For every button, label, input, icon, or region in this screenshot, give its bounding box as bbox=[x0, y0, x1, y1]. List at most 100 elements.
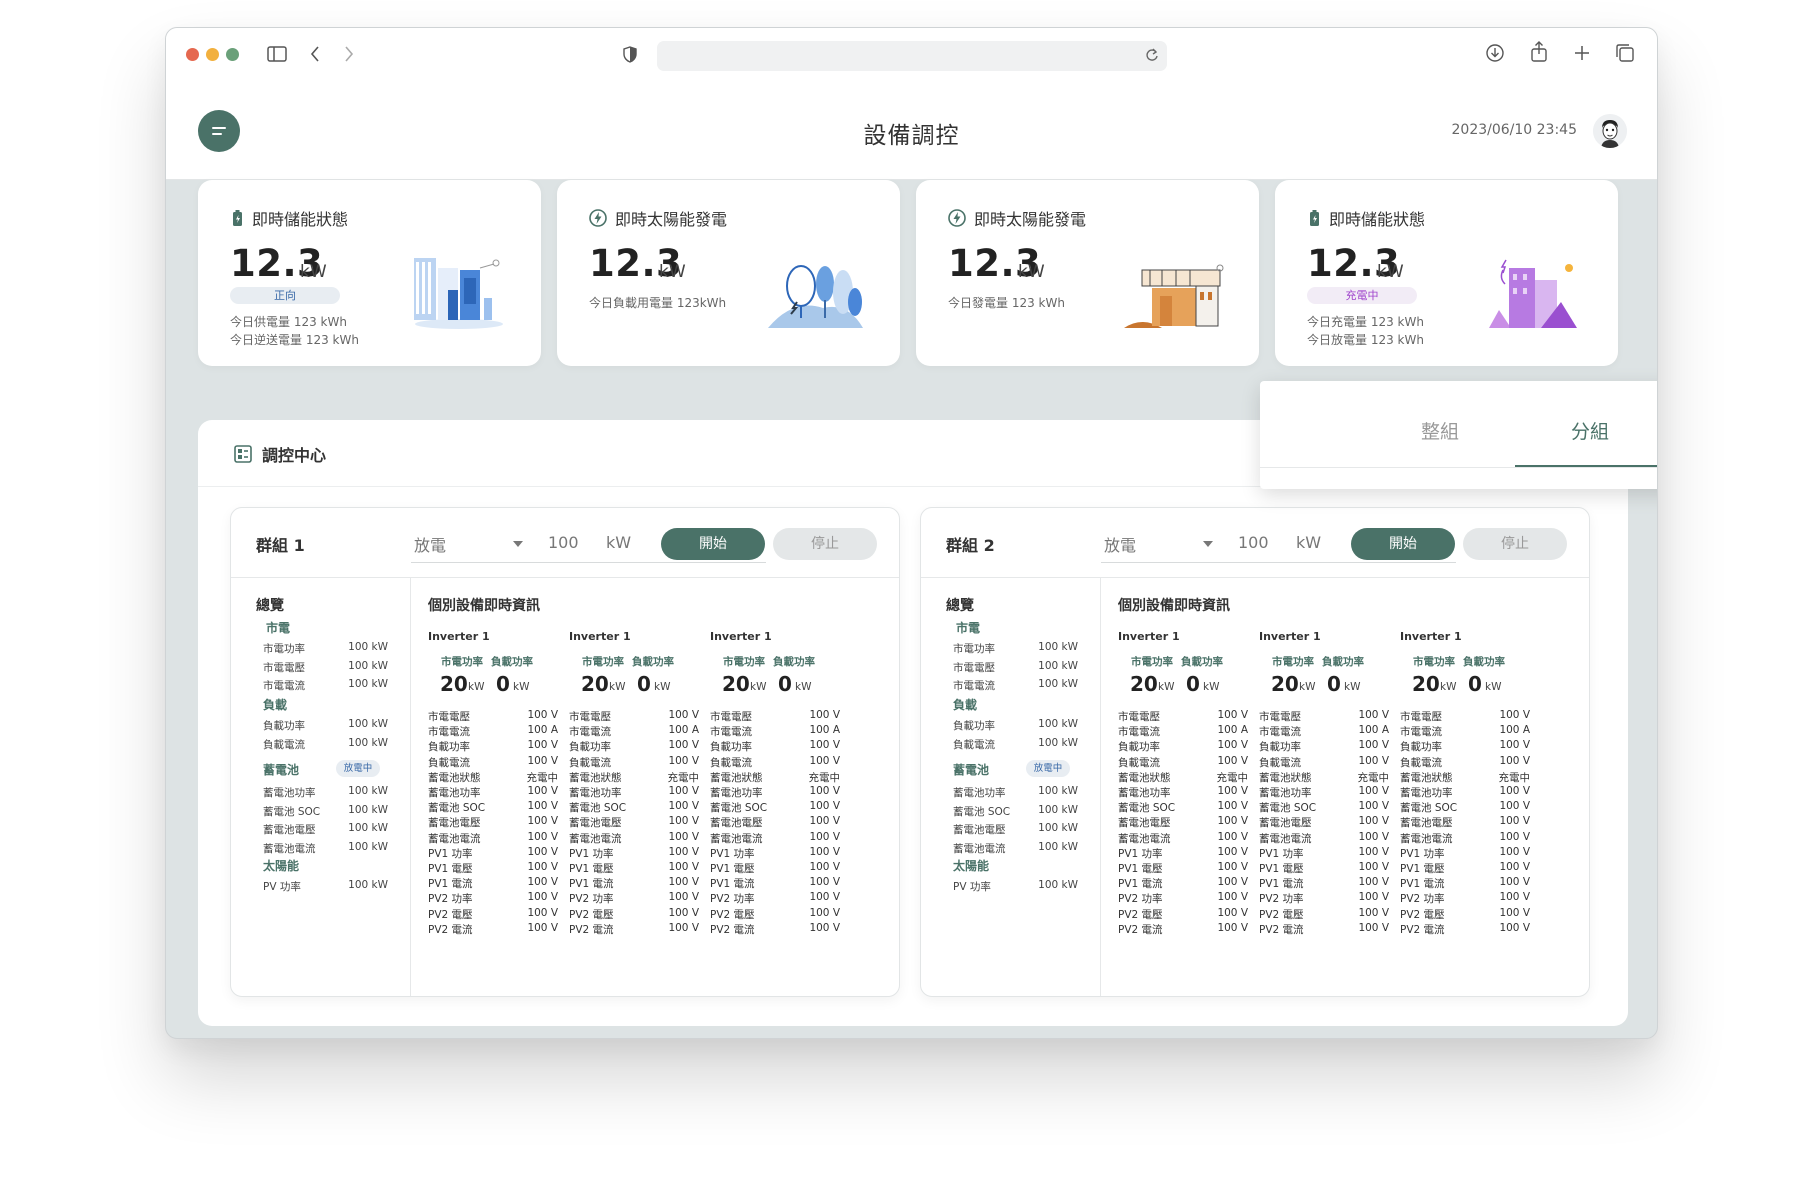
overview-row-value: 100 kW bbox=[1038, 822, 1078, 834]
inverter-row: 蓄電池電流 100 V bbox=[710, 831, 840, 846]
inverter-row-value: 100 V bbox=[1499, 830, 1530, 843]
inverter-row-value: 100 V bbox=[1358, 845, 1389, 858]
inverter-card: Inverter 1 市電功率 負載功率 20 kW 0 kW 市電電壓 100 V 市電電流 10… bbox=[710, 578, 850, 996]
shield-icon[interactable] bbox=[621, 44, 639, 64]
inverter-row-label: PV2 功率 bbox=[1118, 893, 1163, 906]
inverter-name: Inverter 1 bbox=[428, 630, 490, 643]
inverter-row-label: PV2 電流 bbox=[1259, 923, 1304, 936]
power-input[interactable]: 100 bbox=[1238, 533, 1269, 552]
inverter-row-value: 100 V bbox=[668, 906, 699, 919]
load-power-unit: kW bbox=[1485, 681, 1502, 693]
inverter-row-label: PV1 功率 bbox=[569, 847, 614, 860]
overview-row: 市電電流 100 kW bbox=[953, 678, 1078, 693]
inverter-name: Inverter 1 bbox=[1118, 630, 1180, 643]
inverter-row: PV1 電流 100 V bbox=[428, 876, 558, 891]
load-power-value: 0 bbox=[1468, 672, 1482, 696]
status-badge: 充電中 bbox=[1307, 287, 1417, 304]
new-tab-icon[interactable] bbox=[1571, 42, 1593, 64]
overview-column: 總覽 市電 市電功率 100 kW 市電電壓 100 kW 市電電流 100 kW 負載 負載功率… bbox=[231, 578, 411, 996]
overview-row: 市電功率 100 kW bbox=[263, 641, 388, 656]
start-button[interactable]: 開始 bbox=[1351, 528, 1455, 560]
inverter-row: PV1 功率 100 V bbox=[428, 846, 558, 861]
forward-icon[interactable] bbox=[340, 43, 358, 65]
grid-power-value: 20 bbox=[1412, 672, 1440, 696]
inverter-row: PV2 電壓 100 V bbox=[1400, 907, 1530, 922]
stop-button[interactable]: 停止 bbox=[773, 528, 877, 560]
overview-row-value: 100 kW bbox=[1038, 678, 1078, 690]
minimize-window-button[interactable] bbox=[206, 48, 219, 61]
avatar[interactable] bbox=[1593, 114, 1627, 148]
chevron-down-icon[interactable] bbox=[1203, 541, 1213, 547]
inverter-row-label: 蓄電池電壓 bbox=[710, 817, 763, 830]
start-button[interactable]: 開始 bbox=[661, 528, 765, 560]
close-window-button[interactable] bbox=[186, 48, 199, 61]
card-title: 即時儲能狀態 bbox=[252, 210, 349, 229]
inverter-row-value: 100 V bbox=[1499, 785, 1530, 797]
inverter-row: 蓄電池電流 100 V bbox=[569, 831, 699, 846]
grid-power-value: 20 bbox=[722, 672, 750, 696]
tab-sub-group[interactable]: 分組 bbox=[1515, 417, 1657, 444]
inverter-row: PV1 功率 100 V bbox=[1400, 846, 1530, 861]
inverter-row-value: 100 V bbox=[668, 876, 699, 889]
overview-row-label: 市電電壓 bbox=[953, 661, 995, 674]
power-unit: kW bbox=[606, 533, 632, 552]
inverter-row: 市電電流 100 A bbox=[428, 724, 558, 739]
reload-icon[interactable] bbox=[1145, 47, 1159, 67]
inverter-row-label: 蓄電池狀態 bbox=[710, 771, 763, 784]
inverter-row: 市電電壓 100 V bbox=[428, 709, 558, 724]
mode-select[interactable]: 放電 bbox=[1104, 532, 1136, 556]
inverter-row-value: 100 V bbox=[1217, 906, 1248, 919]
lightning-icon bbox=[589, 209, 607, 227]
overview-row-value: 100 kW bbox=[348, 803, 388, 816]
inverter-row: PV1 電壓 100 V bbox=[428, 861, 558, 876]
overview-row-value: 100 kW bbox=[348, 678, 388, 690]
inverter-row-value: 100 V bbox=[668, 921, 699, 934]
back-icon[interactable] bbox=[306, 43, 324, 65]
sidebar-toggle-icon[interactable] bbox=[266, 44, 288, 64]
overview-row-value: 100 kW bbox=[1038, 840, 1078, 853]
inverter-row-label: 市電電流 bbox=[428, 726, 470, 739]
inverter-row: 負載電流 100 V bbox=[1118, 755, 1248, 770]
tab-overview-icon[interactable] bbox=[1614, 42, 1636, 64]
inverter-row-label: 市電電壓 bbox=[1118, 711, 1160, 723]
inverter-row: 蓄電池 SOC 100 V bbox=[1118, 800, 1248, 815]
inverter-row: 蓄電池電流 100 V bbox=[1259, 831, 1389, 846]
address-bar[interactable] bbox=[657, 41, 1167, 71]
inverter-row: PV1 電壓 100 V bbox=[1118, 861, 1248, 876]
download-icon[interactable] bbox=[1484, 42, 1506, 64]
inverter-row-value: 100 V bbox=[668, 815, 699, 828]
inverter-row-value: 100 V bbox=[1499, 754, 1530, 767]
inverter-row: PV2 功率 100 V bbox=[569, 891, 699, 906]
power-input[interactable]: 100 bbox=[548, 533, 579, 552]
maximize-window-button[interactable] bbox=[226, 48, 239, 61]
inverter-row-label: 負載電流 bbox=[710, 756, 752, 769]
inverter-row-value: 100 A bbox=[668, 724, 699, 737]
grid-power-value: 20 bbox=[1130, 672, 1158, 696]
inverter-row: PV2 電壓 100 V bbox=[569, 907, 699, 922]
overview-row-value: 100 kW bbox=[348, 659, 388, 672]
inverter-row-value: 100 V bbox=[1358, 876, 1389, 889]
browser-toolbar bbox=[166, 28, 1657, 80]
overview-row-value: 100 kW bbox=[348, 785, 388, 797]
card-line: 今日逆送電量 123 kWh bbox=[230, 333, 359, 347]
inverter-row-value: 100 V bbox=[527, 830, 558, 843]
group-header: 群組 1 放電 100 kW 開始 停止 bbox=[231, 508, 899, 578]
tab-whole-group[interactable]: 整組 bbox=[1365, 417, 1515, 444]
inverter-row-label: PV1 電壓 bbox=[710, 863, 755, 875]
inverter-row: PV2 電流 100 V bbox=[710, 922, 840, 937]
overview-row: 負載電流 100 kW bbox=[953, 737, 1078, 752]
mode-select[interactable]: 放電 bbox=[414, 532, 446, 556]
stop-button[interactable]: 停止 bbox=[1463, 528, 1567, 560]
inverter-row: 負載功率 100 V bbox=[428, 739, 558, 754]
inverter-row-label: PV1 功率 bbox=[710, 847, 755, 860]
grid-power-unit: kW bbox=[609, 681, 626, 693]
chevron-down-icon[interactable] bbox=[513, 541, 523, 547]
share-icon[interactable] bbox=[1528, 40, 1550, 64]
inverter-row: PV1 功率 100 V bbox=[1118, 846, 1248, 861]
inverter-row-label: PV2 電壓 bbox=[1118, 908, 1163, 921]
inverter-row-value: 100 V bbox=[1217, 891, 1248, 904]
inverter-row-value: 100 V bbox=[527, 815, 558, 828]
inverter-row-label: PV1 電壓 bbox=[428, 863, 473, 875]
inverter-row-value: 100 V bbox=[1358, 815, 1389, 828]
inverter-row: PV2 電壓 100 V bbox=[1259, 907, 1389, 922]
